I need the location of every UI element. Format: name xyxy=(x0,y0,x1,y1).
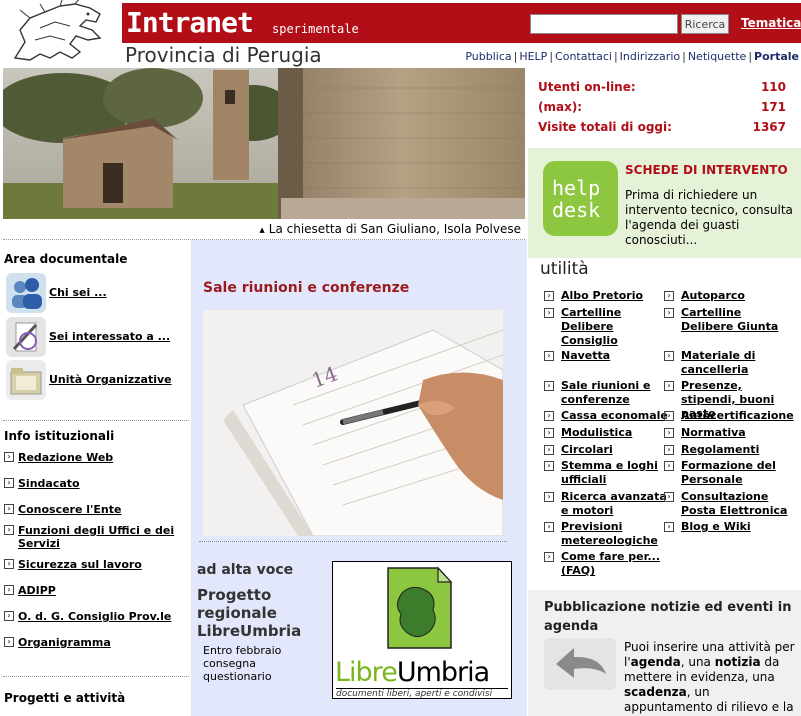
arrow-box-icon: › xyxy=(544,411,554,421)
arrow-box-icon: › xyxy=(4,637,14,647)
stat-visite: Visite totali di oggi: 1367 xyxy=(538,120,786,134)
arrow-box-icon: › xyxy=(544,428,554,438)
center-column: Sale riunioni e conferenze 14 ad alta vo… xyxy=(191,240,527,716)
arrow-box-icon: › xyxy=(544,492,554,502)
helpdesk-panel: help desk SCHEDE DI INTERVENTO Prima di … xyxy=(528,148,801,258)
info-istituzionali-title: Info istituzionali xyxy=(4,429,115,443)
top-nav: Pubblica | HELP | Contattaci | Indirizzario | Ne… xyxy=(465,50,799,63)
header-banner: Intranet sperimentale Ricerca Tematica xyxy=(122,3,801,43)
pubblicazione-text: Puoi inserire una attività per l'agenda,… xyxy=(624,640,795,714)
arrow-box-icon: › xyxy=(544,308,554,318)
nav-pubblica[interactable]: Pubblica xyxy=(465,50,511,63)
doc-item-chi-sei[interactable]: Chi sei ... xyxy=(4,273,184,313)
arrow-box-icon: › xyxy=(544,351,554,361)
tematica-link[interactable]: Tematica xyxy=(741,16,801,30)
hero-photo xyxy=(3,68,525,219)
area-documentale-title: Area documentale xyxy=(4,252,128,266)
stat-utenti-online: Utenti on-line: 110 xyxy=(538,80,786,94)
pubblicazione-panel: Pubblicazione notizie ed eventi in agend… xyxy=(528,590,801,716)
sale-riunioni-title[interactable]: Sale riunioni e conferenze xyxy=(203,280,409,296)
arrow-box-icon: › xyxy=(664,492,674,502)
helpdesk-text: Prima di richiedere un intervento tecnic… xyxy=(625,188,793,247)
progetti-title: Progetti e attività xyxy=(4,691,126,705)
triangle-up-icon: ▲ xyxy=(259,225,265,234)
helpdesk-title[interactable]: SCHEDE DI INTERVENTO xyxy=(625,163,788,177)
nav-netiquette[interactable]: Netiquette xyxy=(688,50,746,63)
calendar-photo[interactable]: 14 xyxy=(203,310,503,536)
search-button[interactable]: Ricerca xyxy=(681,14,729,34)
arrow-box-icon: › xyxy=(544,461,554,471)
arrow-box-icon: › xyxy=(4,478,14,488)
arrow-box-icon: › xyxy=(664,411,674,421)
libreumbria-tagline: documenti liberi, aperti e condivisi xyxy=(336,688,508,699)
folder-icon xyxy=(6,360,46,400)
site-title: Intranet xyxy=(126,6,254,39)
nav-contattaci[interactable]: Contattaci xyxy=(555,50,612,63)
search-input[interactable] xyxy=(530,14,678,34)
pubblicazione-title: Pubblicazione notizie ed eventi in agend… xyxy=(544,600,792,634)
separator xyxy=(199,541,507,542)
nav-indirizzario[interactable]: Indirizzario xyxy=(620,50,680,63)
progetto-title[interactable]: Progetto regionale LibreUmbria xyxy=(197,586,332,640)
arrow-box-icon: › xyxy=(664,291,674,301)
back-arrow-icon[interactable] xyxy=(544,638,616,690)
arrow-box-icon: › xyxy=(4,559,14,569)
site-subtitle: sperimentale xyxy=(272,22,359,36)
hero-caption: ▲ La chiesetta di San Giuliano, Isola Pol… xyxy=(3,219,525,240)
arrow-box-icon: › xyxy=(664,351,674,361)
arrow-box-icon: › xyxy=(664,381,674,391)
arrow-box-icon: › xyxy=(4,525,14,535)
arrow-box-icon: › xyxy=(664,445,674,455)
pen-icon xyxy=(6,317,46,357)
nav-portale[interactable]: Portale xyxy=(754,50,799,63)
progetto-text: Entro febbraio consegna questionario xyxy=(203,644,282,683)
utilita-title: utilità xyxy=(540,259,589,279)
arrow-box-icon: › xyxy=(544,445,554,455)
nav-help[interactable]: HELP xyxy=(519,50,547,63)
helpdesk-icon[interactable]: help desk xyxy=(543,161,618,236)
page: Intranet sperimentale Ricerca Tematica P… xyxy=(0,0,801,716)
subheader: Provincia di Perugia Pubblica | HELP | Conta… xyxy=(122,43,801,68)
arrow-box-icon: › xyxy=(664,308,674,318)
left-column: Area documentale Chi sei ... Sei interes… xyxy=(0,240,190,716)
ad-alta-voce-title: ad alta voce xyxy=(197,562,294,578)
arrow-box-icon: › xyxy=(544,522,554,532)
arrow-box-icon: › xyxy=(4,611,14,621)
arrow-box-icon: › xyxy=(664,428,674,438)
arrow-box-icon: › xyxy=(544,291,554,301)
arrow-box-icon: › xyxy=(664,522,674,532)
caption-text: La chiesetta di San Giuliano, Isola Polv… xyxy=(268,222,521,236)
arrow-box-icon: › xyxy=(544,552,554,562)
doc-item-sei-interessato[interactable]: Sei interessato a ... xyxy=(4,317,184,357)
arrow-box-icon: › xyxy=(4,504,14,514)
provincia-title: Provincia di Perugia xyxy=(125,43,322,67)
arrow-box-icon: › xyxy=(544,381,554,391)
arrow-box-icon: › xyxy=(4,452,14,462)
libreumbria-logo[interactable]: LibreUmbria documenti liberi, aperti e c… xyxy=(332,561,512,699)
users-icon xyxy=(6,273,46,313)
separator xyxy=(3,420,189,421)
utilita-panel: utilità › Albo Pretorio › Cartelline Delib… xyxy=(528,258,801,590)
stat-max: (max): 171 xyxy=(538,100,786,114)
stats-panel: Utenti on-line: 110 (max): 171 Visite tota… xyxy=(528,68,801,148)
griffin-logo xyxy=(0,0,122,68)
arrow-box-icon: › xyxy=(4,585,14,595)
separator xyxy=(3,676,189,677)
arrow-box-icon: › xyxy=(664,461,674,471)
libreumbria-wordmark: LibreUmbria xyxy=(335,657,490,688)
doc-item-unita-organizzative[interactable]: Unità Organizzative xyxy=(4,360,184,400)
